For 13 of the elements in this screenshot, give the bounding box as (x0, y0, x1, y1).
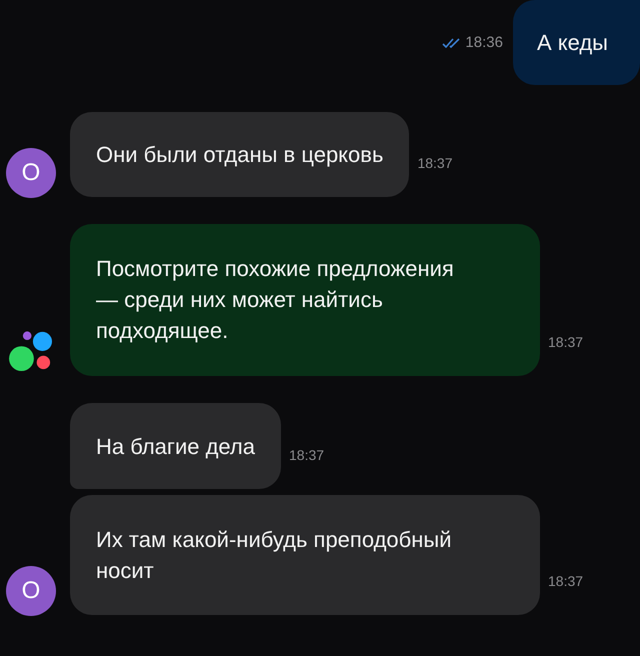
message-bubble: А кеды (512, 0, 640, 85)
message-time: 18:37 (548, 573, 584, 589)
colored-dots-icon (8, 330, 54, 372)
avatar: O (6, 148, 56, 198)
message-time: 18:37 (548, 334, 584, 350)
message-bubble: Их там какой-нибудь преподобный носит (70, 495, 540, 615)
message-time: 18:37 (289, 447, 324, 463)
message-time: 18:36 (465, 34, 503, 51)
message-bubble: Они были отданы в церковь (70, 112, 410, 197)
message-time: 18:37 (417, 155, 452, 171)
message-bubble: На благие дела (70, 403, 281, 489)
message-bubble: Посмотрите похожие предложения — среди них может найтись подходящее. (70, 224, 540, 376)
avatar: O (6, 566, 56, 616)
